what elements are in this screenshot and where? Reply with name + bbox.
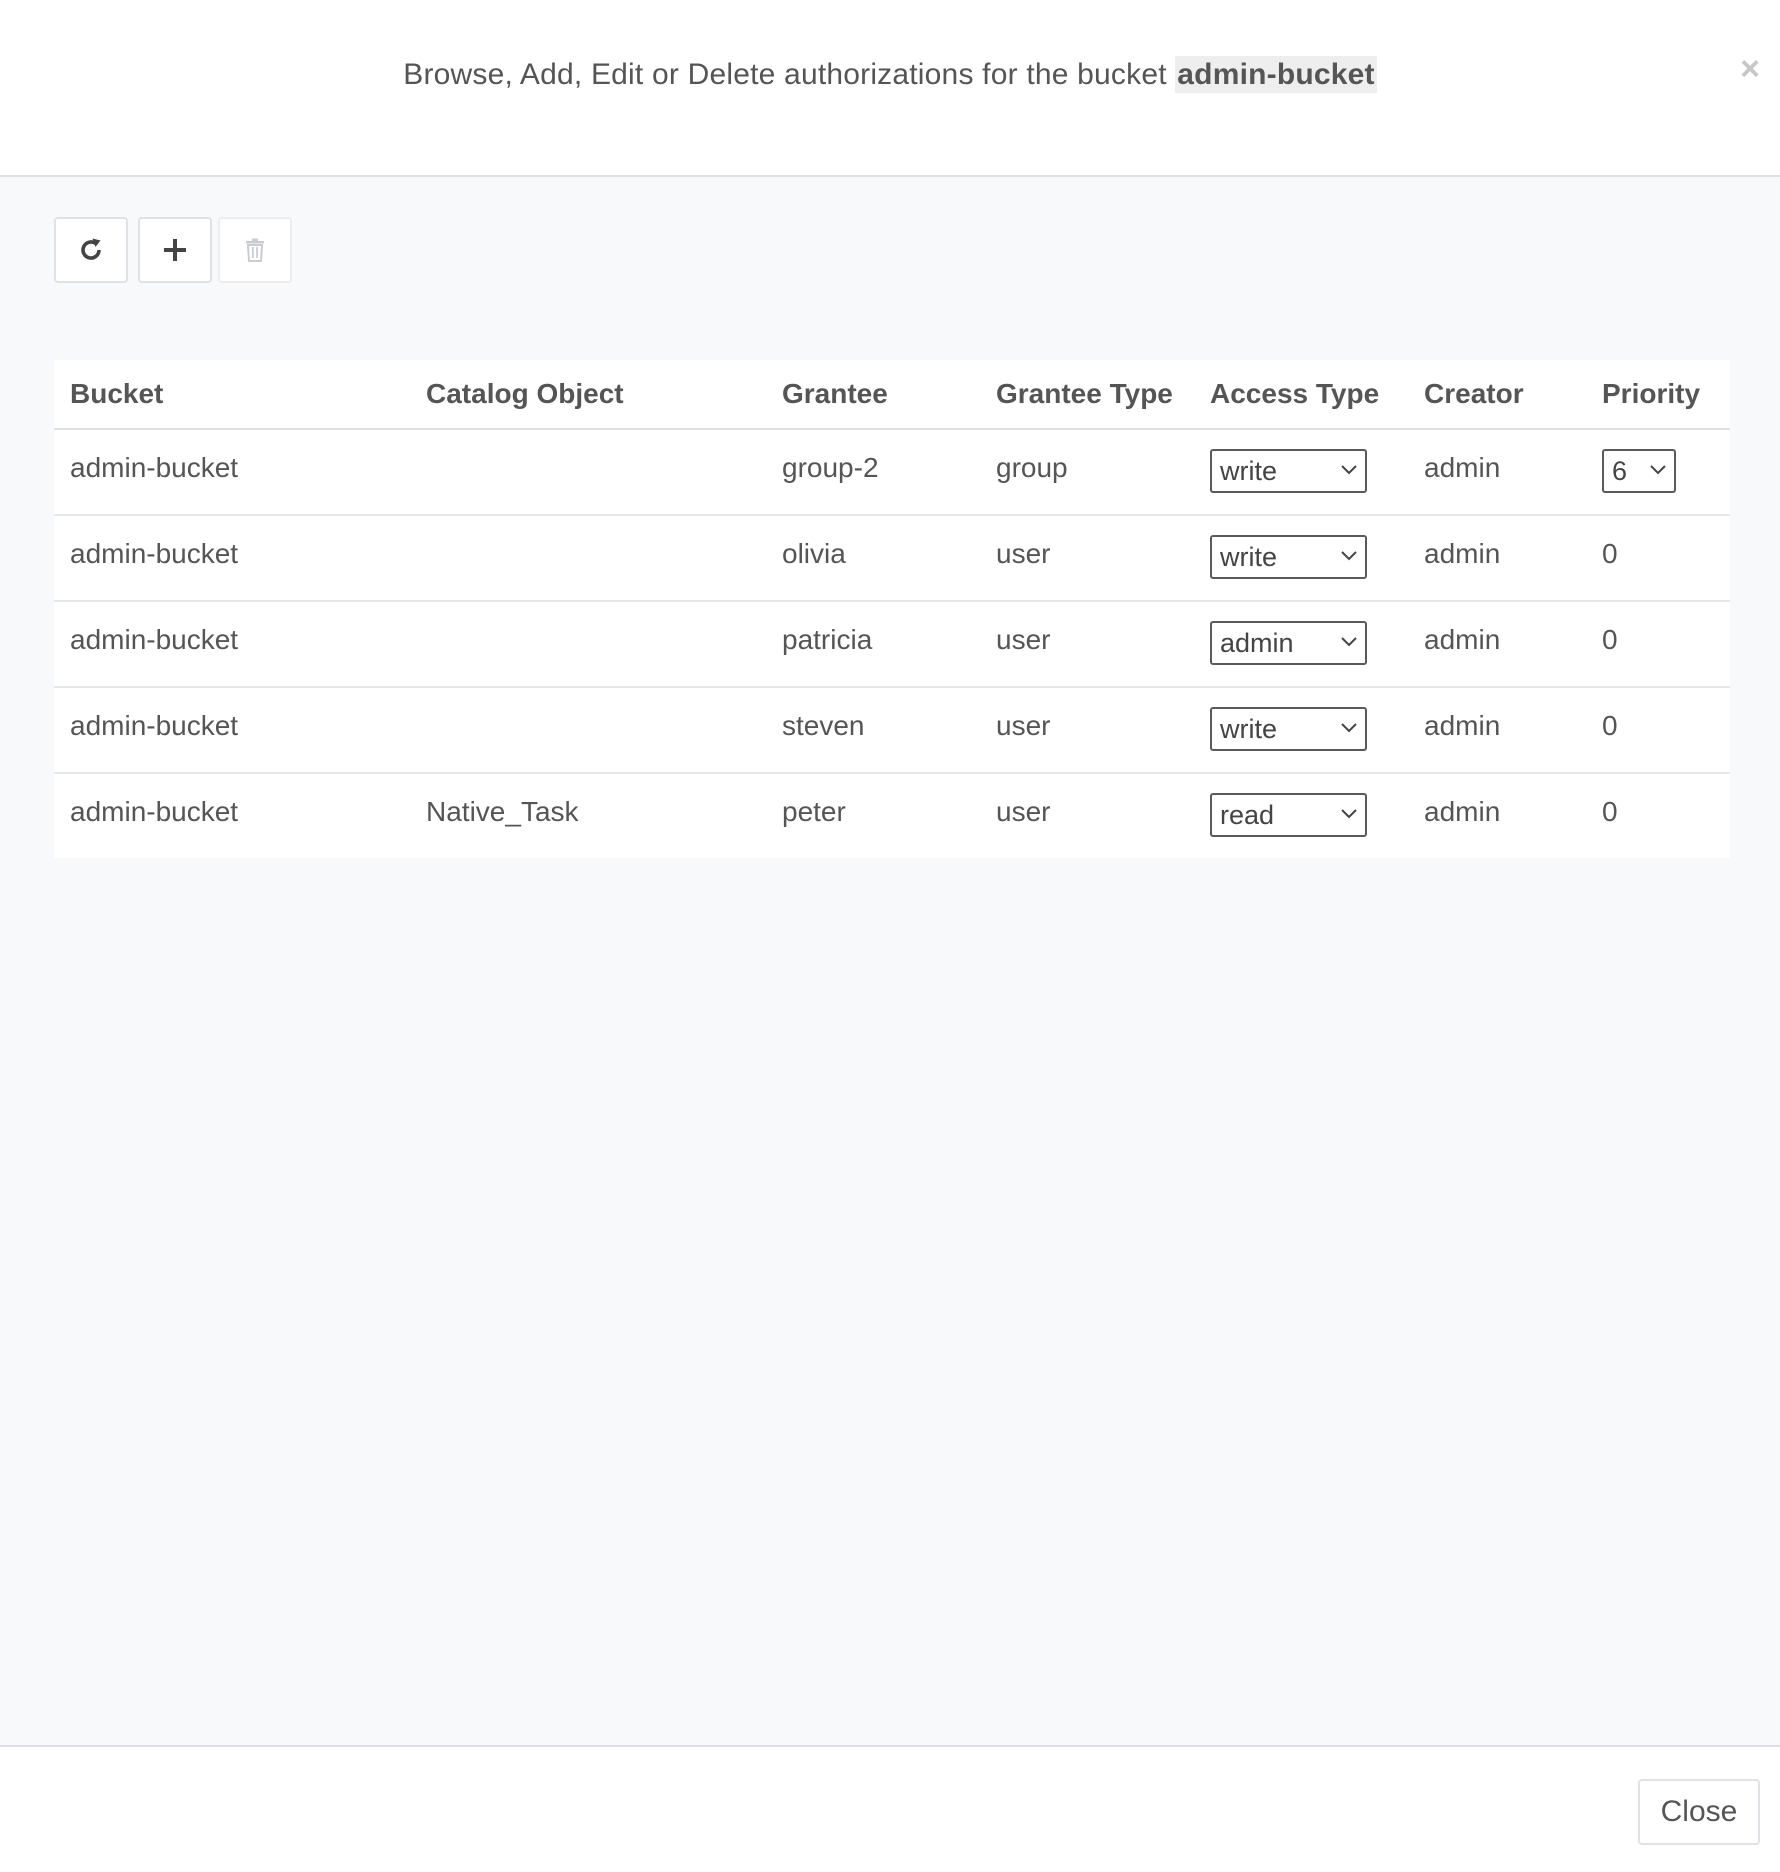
access-type-value: write [1220,542,1278,572]
modal-title-text: Browse, Add, Edit or Delete authorizatio… [403,58,1167,91]
cell-creator: admin [1408,429,1586,516]
priority-value: 6 [1612,456,1628,486]
bucket-name-highlight: admin-bucket [1175,56,1377,93]
chevron-down-icon [1341,637,1357,647]
access-type-select[interactable]: read [1210,793,1367,837]
column-header-creator[interactable]: Creator [1408,360,1586,430]
cell-grantee: peter [782,796,846,827]
cell-bucket: admin-bucket [70,796,239,827]
cell-bucket: admin-bucket [54,687,410,774]
column-header-grantee-type[interactable]: Grantee Type [980,360,1194,430]
cell-creator: admin [1408,515,1586,602]
cell-bucket: admin-bucket [54,601,410,688]
modal-header: Browse, Add, Edit or Delete authorizatio… [0,0,1780,177]
cell-catalog-object [410,515,766,602]
access-type-select[interactable]: write [1210,449,1367,493]
cell-catalog-object [410,601,766,688]
cell-grantee-type: user [980,601,1194,688]
cell-grantee: steven [766,687,980,774]
table-header-row: Bucket Catalog Object Grantee Grantee Ty… [54,360,1730,430]
table-row[interactable]: admin-bucket patricia user admin admin 0 [54,601,1730,688]
cell-catalog-object: Native_Task [426,796,579,827]
cell-grantee: group-2 [766,429,980,516]
modal-footer: Close [0,1745,1780,1872]
cell-grantee-type: user [996,796,1051,827]
cell-priority: 0 [1586,601,1730,688]
access-type-value: admin [1220,628,1294,658]
refresh-button[interactable] [54,217,128,283]
close-button[interactable]: Close [1638,1779,1760,1845]
plus-icon [164,239,186,261]
table-row[interactable]: admin-bucket Native_Task peter user read… [54,773,1730,858]
cell-bucket: admin-bucket [54,515,410,602]
cell-priority: 6 [1586,429,1730,516]
chevron-down-icon [1341,723,1357,733]
cell-grantee: patricia [766,601,980,688]
column-header-access-type[interactable]: Access Type [1194,360,1408,430]
column-header-priority[interactable]: Priority [1586,360,1730,430]
cell-grantee-type: group [980,429,1194,516]
cell-grantee-type: user [980,687,1194,774]
column-header-grantee[interactable]: Grantee [766,360,980,430]
access-type-value: write [1220,456,1278,486]
cell-catalog-object [410,687,766,774]
chevron-down-icon [1341,465,1357,475]
cell-creator: admin [1408,687,1586,774]
column-header-catalog-object[interactable]: Catalog Object [410,360,766,430]
cell-priority: 0 [1602,796,1618,827]
modal-title: Browse, Add, Edit or Delete authorizatio… [0,56,1780,93]
cell-bucket: admin-bucket [54,429,410,516]
chevron-down-icon [1341,809,1357,819]
cell-grantee-type: user [980,515,1194,602]
access-type-value: write [1220,714,1278,744]
access-type-value: read [1220,800,1275,830]
table-row[interactable]: admin-bucket group-2 group write admin 6 [54,429,1730,516]
table-row[interactable]: admin-bucket steven user write admin 0 [54,687,1730,774]
cell-catalog-object [410,429,766,516]
cell-access-type: write [1194,429,1408,516]
access-type-select[interactable]: write [1210,535,1367,579]
cell-grantee: olivia [766,515,980,602]
authorizations-table: Bucket Catalog Object Grantee Grantee Ty… [54,360,1730,858]
cell-priority: 0 [1586,687,1730,774]
cell-access-type: read [1194,773,1408,858]
cell-access-type: write [1194,687,1408,774]
cell-creator: admin [1408,601,1586,688]
add-button[interactable] [138,217,212,283]
refresh-icon [81,238,101,260]
cell-priority: 0 [1586,515,1730,602]
trash-icon [246,238,264,262]
cell-creator: admin [1424,796,1501,827]
delete-button[interactable] [218,217,292,283]
access-type-select[interactable]: write [1210,707,1367,751]
chevron-down-icon [1341,551,1357,561]
chevron-down-icon [1650,465,1666,475]
close-icon[interactable]: × [1740,52,1760,86]
cell-access-type: admin [1194,601,1408,688]
column-header-bucket[interactable]: Bucket [54,360,410,430]
access-type-select[interactable]: admin [1210,621,1367,665]
priority-select[interactable]: 6 [1602,449,1676,493]
cell-access-type: write [1194,515,1408,602]
table-row[interactable]: admin-bucket olivia user write admin 0 [54,515,1730,602]
